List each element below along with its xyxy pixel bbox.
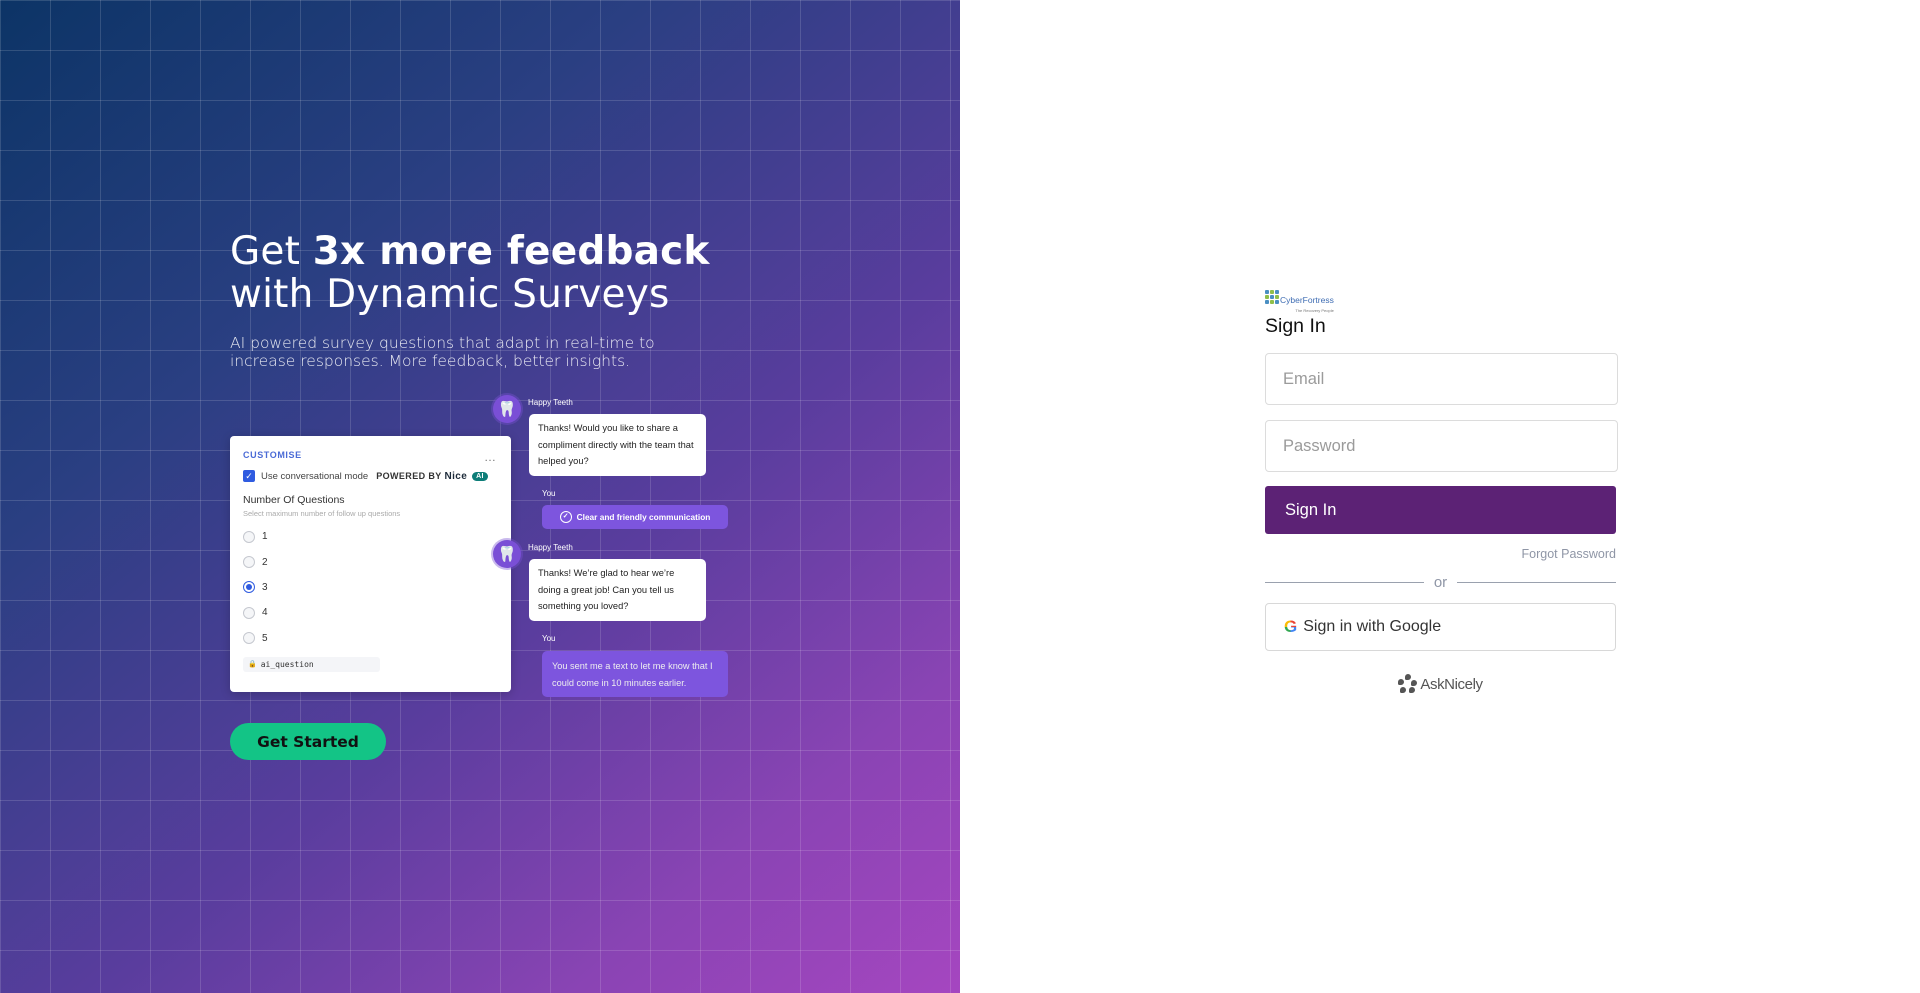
radio-button xyxy=(243,530,255,543)
conversational-mode-label: Use conversational mode xyxy=(261,470,369,482)
promo-hero: Get 3x more feedback with Dynamic Survey… xyxy=(230,230,710,370)
radio-option: 1 xyxy=(243,524,498,549)
headline-line2: with Dynamic Surveys xyxy=(230,272,670,317)
get-started-button[interactable]: Get Started xyxy=(230,723,386,760)
chat-sender: Happy Teeth xyxy=(528,398,573,407)
field-tag: 🔒 ai_question xyxy=(243,656,380,672)
signin-form: CyberFortress The Recovery People Sign I… xyxy=(1265,290,1618,694)
card-title: CUSTOMISE xyxy=(243,450,302,460)
conversational-mode-row: ✓ Use conversational mode POWERED BY Nic… xyxy=(243,470,498,482)
google-signin-button[interactable]: G Sign in with Google xyxy=(1265,603,1616,651)
radio-button-selected xyxy=(243,581,255,594)
powered-by-text: POWERED BY xyxy=(376,470,442,481)
tooth-avatar-icon: 🦷 xyxy=(493,395,521,423)
asknicely-wordmark: AskNicely xyxy=(1420,675,1483,693)
logo-wordmark: CyberFortress The Recovery People xyxy=(1280,290,1334,313)
questions-subtitle: Select maximum number of follow up quest… xyxy=(243,509,401,518)
ai-badge: AI xyxy=(472,471,488,481)
nice-brand: Nice xyxy=(444,470,468,482)
reply-sender: You xyxy=(542,489,556,498)
reply-text: Clear and friendly communication xyxy=(576,512,711,522)
radio-label: 1 xyxy=(262,531,268,543)
conversational-mode-checkbox: ✓ xyxy=(243,470,255,482)
divider-line xyxy=(1457,582,1616,583)
signin-panel: CyberFortress The Recovery People Sign I… xyxy=(960,0,1920,993)
cyberfortress-logo-icon xyxy=(1265,290,1279,304)
google-signin-label: Sign in with Google xyxy=(1303,618,1442,635)
radio-label: 5 xyxy=(262,632,268,644)
radio-option: 5 xyxy=(243,626,498,651)
email-input[interactable] xyxy=(1265,353,1618,405)
headline-bold: 3x more feedback xyxy=(312,229,710,274)
divider-label: or xyxy=(1433,574,1448,591)
promo-subheadline: AI powered survey questions that adapt i… xyxy=(230,334,655,370)
company-logo: CyberFortress The Recovery People xyxy=(1265,290,1617,313)
chat-reply-text: You sent me a text to let me know that I… xyxy=(542,651,728,697)
or-divider: or xyxy=(1265,574,1616,591)
more-options-icon: … xyxy=(484,450,497,464)
divider-line xyxy=(1265,582,1424,583)
asknicely-logo: AskNicely xyxy=(1265,674,1616,694)
forgot-password-link[interactable]: Forgot Password xyxy=(1265,547,1616,561)
radio-button xyxy=(243,632,255,645)
questions-radio-list: 1 2 3 4 5 xyxy=(243,524,498,651)
customise-card: CUSTOMISE … ✓ Use conversational mode PO… xyxy=(230,436,511,692)
radio-button xyxy=(243,606,255,619)
promo-headline: Get 3x more feedback with Dynamic Survey… xyxy=(230,230,710,316)
asknicely-logo-icon xyxy=(1398,674,1418,694)
radio-option: 3 xyxy=(243,575,498,600)
logo-tagline: The Recovery People xyxy=(1295,308,1334,313)
field-tag-label: ai_question xyxy=(260,659,314,669)
radio-option: 4 xyxy=(243,600,498,625)
signin-button[interactable]: Sign In xyxy=(1265,486,1616,534)
promo-panel: Get 3x more feedback with Dynamic Survey… xyxy=(0,0,960,993)
google-icon: G xyxy=(1284,617,1298,636)
check-circle-icon: ✓ xyxy=(559,511,572,523)
radio-label: 2 xyxy=(262,556,268,568)
powered-by-label: POWERED BY Nice AI xyxy=(376,471,488,482)
lock-icon: 🔒 xyxy=(248,660,257,669)
reply-sender: You xyxy=(542,634,556,643)
logo-name: CyberFortress xyxy=(1280,295,1334,305)
radio-label: 3 xyxy=(262,581,268,593)
questions-title: Number Of Questions xyxy=(243,494,345,506)
radio-label: 4 xyxy=(262,607,268,619)
headline-prefix: Get xyxy=(230,229,313,274)
chat-sender: Happy Teeth xyxy=(528,543,573,552)
chat-message: Thanks! Would you like to share a compli… xyxy=(529,414,706,476)
signin-title: Sign In xyxy=(1265,315,1326,337)
tooth-avatar-icon: 🦷 xyxy=(493,540,521,568)
chat-message: Thanks! We’re glad to hear we’re doing a… xyxy=(529,559,706,621)
password-input[interactable] xyxy=(1265,420,1618,472)
radio-option: 2 xyxy=(243,549,498,574)
chat-reply-chip: ✓ Clear and friendly communication xyxy=(542,505,728,529)
radio-button xyxy=(243,556,255,569)
